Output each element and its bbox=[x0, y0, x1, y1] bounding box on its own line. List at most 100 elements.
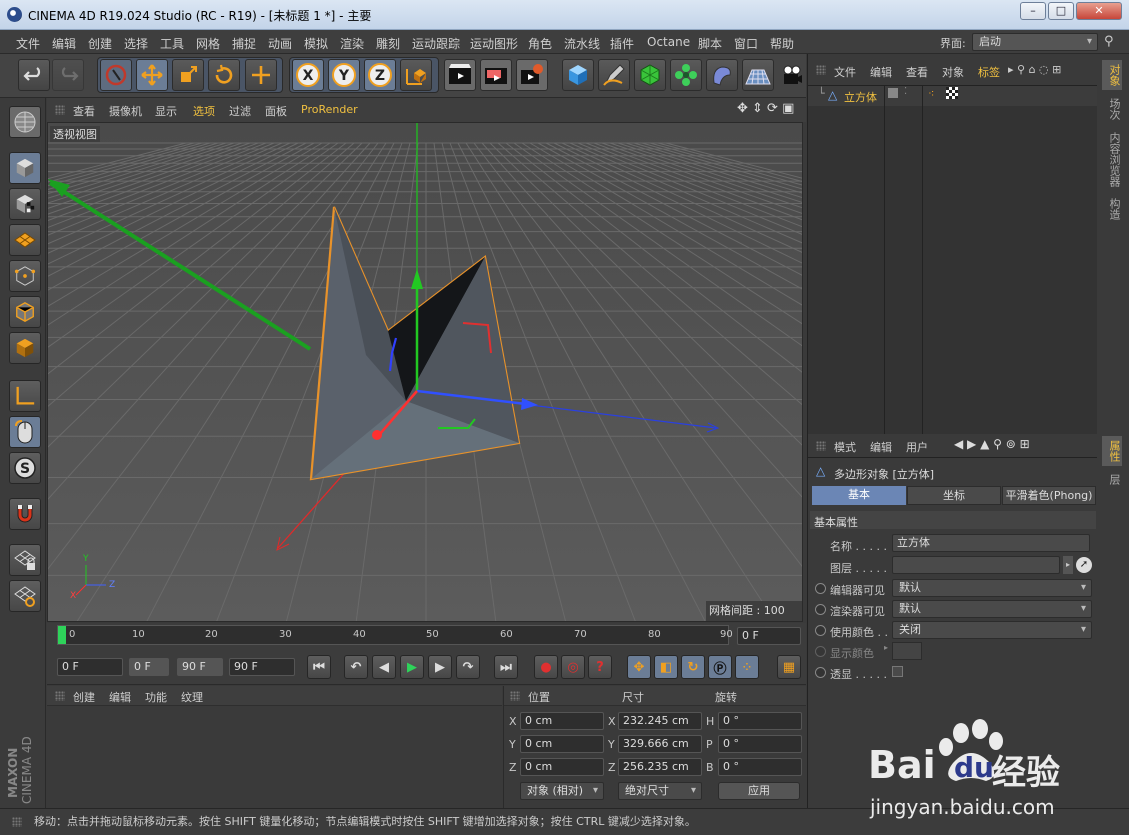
drag-handle-icon[interactable] bbox=[816, 441, 826, 451]
tweak-mode-button[interactable] bbox=[9, 416, 41, 448]
material-menu-edit[interactable]: 编辑 bbox=[109, 689, 131, 705]
axis-mode-button[interactable] bbox=[9, 380, 41, 412]
coordinate-system-button[interactable] bbox=[400, 59, 432, 91]
object-menu-edit[interactable]: 编辑 bbox=[870, 64, 892, 80]
menu-select[interactable]: 选择 bbox=[124, 35, 148, 52]
menu-mesh[interactable]: 网格 bbox=[196, 35, 220, 52]
key-parameter-button[interactable]: Ⓟ bbox=[708, 655, 732, 679]
texture-tag-icon[interactable] bbox=[946, 87, 958, 99]
layer-field[interactable] bbox=[892, 556, 1060, 574]
menu-pipeline[interactable]: 流水线 bbox=[564, 35, 600, 52]
drag-handle-icon[interactable] bbox=[55, 105, 65, 115]
display-color-radio[interactable] bbox=[815, 646, 826, 657]
phong-tag-icon[interactable]: ⁖ bbox=[928, 87, 934, 100]
tab-phong[interactable]: 平滑着色(Phong) bbox=[1002, 486, 1096, 505]
object-menu-view[interactable]: 查看 bbox=[906, 64, 928, 80]
record-active-button[interactable]: ● bbox=[534, 655, 558, 679]
floor-button[interactable] bbox=[742, 59, 774, 91]
size-mode-dropdown[interactable]: 绝对尺寸 bbox=[618, 782, 702, 800]
workplane-mode-button[interactable] bbox=[9, 224, 41, 256]
search-icon[interactable]: ⚲ bbox=[1104, 34, 1114, 49]
object-name[interactable]: 立方体 bbox=[844, 89, 877, 105]
timeline-window-button[interactable]: ▦ bbox=[777, 655, 801, 679]
tab-coordinates[interactable]: 坐标 bbox=[907, 486, 1001, 505]
visibility-dots-icon[interactable]: ⁚ bbox=[904, 86, 907, 97]
range-end-field[interactable]: 90 F bbox=[177, 658, 223, 676]
object-toolbar-icons[interactable]: ▸ ⚲ ⌂ ◌ ⊞ bbox=[1008, 63, 1061, 76]
viewport-menu-display[interactable]: 显示 bbox=[155, 103, 177, 119]
drag-handle-icon[interactable] bbox=[816, 65, 826, 75]
drag-handle-icon[interactable] bbox=[12, 817, 22, 827]
menu-file[interactable]: 文件 bbox=[16, 35, 40, 52]
move-tool-button[interactable] bbox=[136, 59, 168, 91]
xray-checkbox[interactable] bbox=[892, 666, 903, 677]
render-visible-dropdown[interactable]: 默认 bbox=[892, 600, 1092, 618]
rot-h-field[interactable]: 0 ° bbox=[718, 712, 802, 730]
undo-button[interactable] bbox=[18, 59, 50, 91]
render-settings-button[interactable] bbox=[516, 59, 548, 91]
make-editable-button[interactable] bbox=[9, 106, 41, 138]
menu-character[interactable]: 角色 bbox=[528, 35, 552, 52]
pos-x-field[interactable]: 0 cm bbox=[520, 712, 604, 730]
render-visible-radio[interactable] bbox=[815, 604, 826, 615]
y-axis-lock-button[interactable]: Y bbox=[328, 59, 360, 91]
menu-edit[interactable]: 编辑 bbox=[52, 35, 76, 52]
edges-mode-button[interactable] bbox=[9, 296, 41, 328]
menu-sculpt[interactable]: 雕刻 bbox=[376, 35, 400, 52]
menu-plugins[interactable]: 插件 bbox=[610, 35, 634, 52]
camera-button[interactable] bbox=[776, 59, 808, 91]
material-menu-texture[interactable]: 纹理 bbox=[181, 689, 203, 705]
tab-structure[interactable]: 构造 bbox=[1102, 194, 1122, 224]
go-to-start-button[interactable]: ⏮ bbox=[307, 655, 331, 679]
menu-create[interactable]: 创建 bbox=[88, 35, 112, 52]
menu-render[interactable]: 渲染 bbox=[340, 35, 364, 52]
layer-icon[interactable] bbox=[888, 88, 898, 98]
timeline-ruler[interactable]: 0 10 20 30 40 50 60 70 80 90 bbox=[57, 625, 733, 645]
editor-visible-dropdown[interactable]: 默认 bbox=[892, 579, 1092, 597]
use-color-dropdown[interactable]: 关闭 bbox=[892, 621, 1092, 639]
tab-basic[interactable]: 基本 bbox=[812, 486, 906, 505]
previous-key-button[interactable]: ↶ bbox=[344, 655, 368, 679]
subdivision-surface-button[interactable] bbox=[634, 59, 666, 91]
next-key-button[interactable]: ↷ bbox=[456, 655, 480, 679]
tab-attributes[interactable]: 属性 bbox=[1102, 436, 1122, 466]
timeline-playhead[interactable] bbox=[58, 626, 66, 644]
go-to-end-button[interactable]: ⏭ bbox=[494, 655, 518, 679]
model-mode-button[interactable] bbox=[9, 152, 41, 184]
z-axis-lock-button[interactable]: Z bbox=[364, 59, 396, 91]
object-menu-tags[interactable]: 标签 bbox=[978, 64, 1000, 80]
attribute-menu-mode[interactable]: 模式 bbox=[834, 439, 856, 455]
end-frame-field[interactable]: 90 F bbox=[229, 658, 295, 676]
size-y-field[interactable]: 329.666 cm bbox=[618, 735, 702, 753]
close-button[interactable]: ✕ bbox=[1076, 2, 1122, 20]
render-view-button[interactable] bbox=[444, 59, 476, 91]
object-menu-object[interactable]: 对象 bbox=[942, 64, 964, 80]
rot-p-field[interactable]: 0 ° bbox=[718, 735, 802, 753]
keyframe-selection-button[interactable]: ? bbox=[588, 655, 612, 679]
menu-snap[interactable]: 捕捉 bbox=[232, 35, 256, 52]
menu-tools[interactable]: 工具 bbox=[160, 35, 184, 52]
pen-spline-button[interactable] bbox=[598, 59, 630, 91]
cloner-button[interactable] bbox=[670, 59, 702, 91]
coord-mode-dropdown[interactable]: 对象 (相对) bbox=[520, 782, 604, 800]
cube-object-button[interactable] bbox=[562, 59, 594, 91]
pos-y-field[interactable]: 0 cm bbox=[520, 735, 604, 753]
menu-animate[interactable]: 动画 bbox=[268, 35, 292, 52]
render-to-picture-viewer-button[interactable] bbox=[480, 59, 512, 91]
viewport-menu-panel[interactable]: 面板 bbox=[265, 103, 287, 119]
drag-handle-icon[interactable] bbox=[55, 691, 65, 701]
viewport-menu-prorender[interactable]: ProRender bbox=[301, 103, 358, 116]
size-z-field[interactable]: 256.235 cm bbox=[618, 758, 702, 776]
autokey-button[interactable]: ◎ bbox=[561, 655, 585, 679]
viewport-nav-icons[interactable]: ✥ ⇕ ⟳ ▣ bbox=[737, 101, 794, 116]
snap-button[interactable] bbox=[9, 498, 41, 530]
current-frame-field[interactable]: 0 F bbox=[737, 627, 801, 645]
viewport-menu-camera[interactable]: 摄像机 bbox=[109, 103, 142, 119]
viewport-menu-view[interactable]: 查看 bbox=[73, 103, 95, 119]
live-select-button[interactable] bbox=[100, 59, 132, 91]
scale-tool-button[interactable] bbox=[172, 59, 204, 91]
timeline[interactable]: 0 10 20 30 40 50 60 70 80 90 0 F bbox=[47, 623, 806, 649]
tab-content-browser[interactable]: 内容浏览器 bbox=[1102, 128, 1122, 191]
tab-layers[interactable]: 层 bbox=[1102, 470, 1122, 489]
attribute-menu-edit[interactable]: 编辑 bbox=[870, 439, 892, 455]
